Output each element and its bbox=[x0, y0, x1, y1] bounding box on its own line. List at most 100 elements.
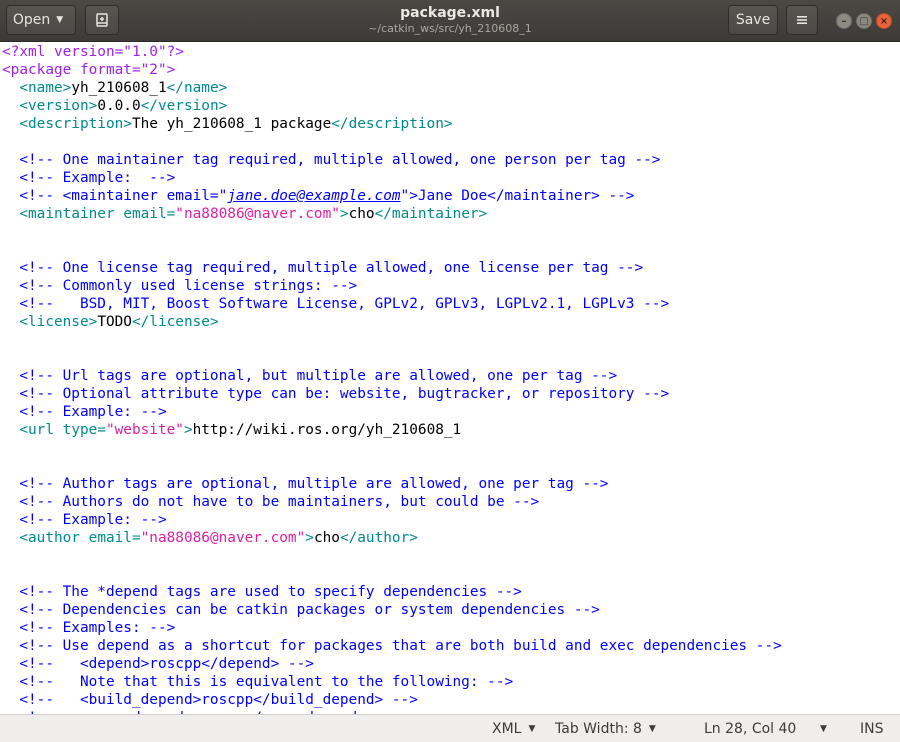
code-line[interactable]: <!-- BSD, MIT, Boost Software License, G… bbox=[2, 295, 782, 313]
code-line[interactable]: <!-- Optional attribute type can be: web… bbox=[2, 385, 782, 403]
code-line[interactable]: <maintainer email="na88086@naver.com">ch… bbox=[2, 205, 782, 223]
code-line[interactable]: <!-- Example: --> bbox=[2, 169, 782, 187]
code-token: ">Jane Doe</maintainer> --> bbox=[400, 188, 635, 204]
code-token: > bbox=[183, 422, 193, 438]
insert-mode-indicator[interactable]: INS bbox=[860, 720, 884, 738]
code-line[interactable]: <license>TODO</license> bbox=[2, 313, 782, 331]
code-token: <!-- Author tags are optional, multiple … bbox=[19, 476, 609, 492]
hamburger-menu-icon bbox=[797, 16, 807, 24]
code-token: <name> bbox=[19, 80, 72, 96]
code-line[interactable]: <!-- Dependencies can be catkin packages… bbox=[2, 601, 782, 619]
chevron-down-icon: ▼ bbox=[56, 15, 64, 25]
code-token: <!-- <maintainer email=" bbox=[19, 188, 228, 204]
chevron-down-icon: ▼ bbox=[820, 724, 827, 734]
code-token: </author> bbox=[339, 530, 418, 546]
code-token: </name> bbox=[166, 80, 228, 96]
code-token: "na88086@naver.com" bbox=[140, 530, 306, 546]
text-editor-area[interactable]: <?xml version="1.0"?> <package format="2"… bbox=[0, 42, 900, 714]
code-token: <package bbox=[2, 62, 72, 78]
code-token: </maintainer> bbox=[374, 206, 488, 222]
code-token: format="2"> bbox=[79, 62, 176, 78]
code-token: email= bbox=[123, 206, 176, 222]
code-token: <!-- <depend>roscpp</depend> --> bbox=[19, 656, 314, 672]
code-line[interactable]: <!-- Examples: --> bbox=[2, 619, 782, 637]
code-line[interactable]: <!-- <build_depend>roscpp</build_depend>… bbox=[2, 691, 782, 709]
code-line[interactable]: <!-- Use depend as a shortcut for packag… bbox=[2, 637, 781, 655]
chevron-down-icon: ▼ bbox=[648, 724, 656, 734]
code-line[interactable]: <url type="website">http://wiki.ros.org/… bbox=[2, 421, 782, 439]
new-document-button[interactable] bbox=[85, 5, 119, 35]
code-line[interactable]: <!-- <depend>roscpp</depend> --> bbox=[2, 655, 782, 673]
language-selector[interactable]: XML ▼ bbox=[492, 720, 535, 738]
cursor-position[interactable]: Ln 28, Col 40 bbox=[704, 720, 796, 738]
code-line[interactable]: <!-- Url tags are optional, but multiple… bbox=[2, 367, 782, 385]
code-line[interactable]: ​ bbox=[2, 223, 782, 241]
position-menu-toggle[interactable]: ▼ bbox=[820, 720, 827, 738]
open-button-label: Open bbox=[12, 12, 51, 28]
code-line[interactable]: <version>0.0.0</version> bbox=[2, 97, 782, 115]
code-line[interactable]: <!-- Author tags are optional, multiple … bbox=[2, 475, 782, 493]
menu-button[interactable] bbox=[786, 5, 818, 35]
code-line[interactable]: <!-- Commonly used license strings: --> bbox=[2, 277, 782, 295]
code-line[interactable]: <?xml version="1.0"?> bbox=[2, 43, 782, 61]
code-line[interactable]: <!-- One license tag required, multiple … bbox=[2, 259, 782, 277]
code-line[interactable]: <!-- Note that this is equivalent to the… bbox=[2, 673, 782, 691]
code-line[interactable]: <description>The yh_210608_1 package</de… bbox=[2, 115, 782, 133]
code-line[interactable]: <!-- <maintainer email="jane.doe@example… bbox=[2, 187, 782, 205]
code-token: 0.0.0 bbox=[97, 98, 141, 114]
code-token: <!-- BSD, MIT, Boost Software License, G… bbox=[19, 296, 670, 312]
code-line[interactable]: ​ bbox=[2, 439, 782, 457]
code-token: <license> bbox=[19, 314, 98, 330]
code-line[interactable]: <!-- Authors do not have to be maintaine… bbox=[2, 493, 782, 511]
language-label: XML bbox=[492, 721, 522, 737]
email-link[interactable]: jane.doe@example.com bbox=[227, 188, 400, 204]
open-button[interactable]: Open ▼ bbox=[6, 5, 76, 35]
code-line[interactable]: ​ bbox=[2, 349, 782, 367]
code-line[interactable]: ​ bbox=[2, 547, 782, 565]
window-title-block: package.xml ~/catkin_ws/src/yh_210608_1 bbox=[300, 4, 600, 36]
code-token: </license> bbox=[131, 314, 219, 330]
close-icon[interactable]: × bbox=[876, 13, 892, 29]
code-token: </description> bbox=[331, 116, 453, 132]
code-line[interactable]: <package format="2"> bbox=[2, 61, 782, 79]
code-line[interactable]: ​ bbox=[2, 241, 782, 259]
code-line[interactable]: <!-- One maintainer tag required, multip… bbox=[2, 151, 782, 169]
save-button[interactable]: Save bbox=[728, 5, 778, 35]
save-button-label: Save bbox=[735, 12, 771, 28]
code-line[interactable]: ​ bbox=[2, 133, 782, 151]
code-line[interactable]: ​ bbox=[2, 331, 782, 349]
code-token: cho bbox=[313, 530, 340, 546]
code-token: <!-- One license tag required, multiple … bbox=[19, 260, 644, 276]
code-line[interactable]: <!-- The *depend tags are used to specif… bbox=[2, 583, 782, 601]
tab-width-selector[interactable]: Tab Width: 8 ▼ bbox=[555, 720, 656, 738]
code-line[interactable]: <!-- Example: --> bbox=[2, 403, 782, 421]
minimize-icon[interactable]: – bbox=[836, 13, 852, 29]
maximize-icon[interactable]: □ bbox=[856, 13, 872, 29]
code-line[interactable]: ​ bbox=[2, 565, 782, 583]
code-token: <description> bbox=[19, 116, 132, 132]
code-line[interactable]: <name>yh_210608_1</name> bbox=[2, 79, 782, 97]
code-line[interactable]: <!-- Example: --> bbox=[2, 511, 782, 529]
code-line[interactable]: ​ bbox=[2, 457, 782, 475]
code-token: "na88086@naver.com" bbox=[175, 206, 340, 222]
code-token: <url bbox=[19, 422, 54, 438]
code-view[interactable]: <?xml version="1.0"?> <package format="2"… bbox=[2, 43, 782, 714]
document-pin-icon bbox=[96, 13, 108, 27]
code-line[interactable]: <author email="na88086@naver.com">cho</a… bbox=[2, 529, 782, 547]
